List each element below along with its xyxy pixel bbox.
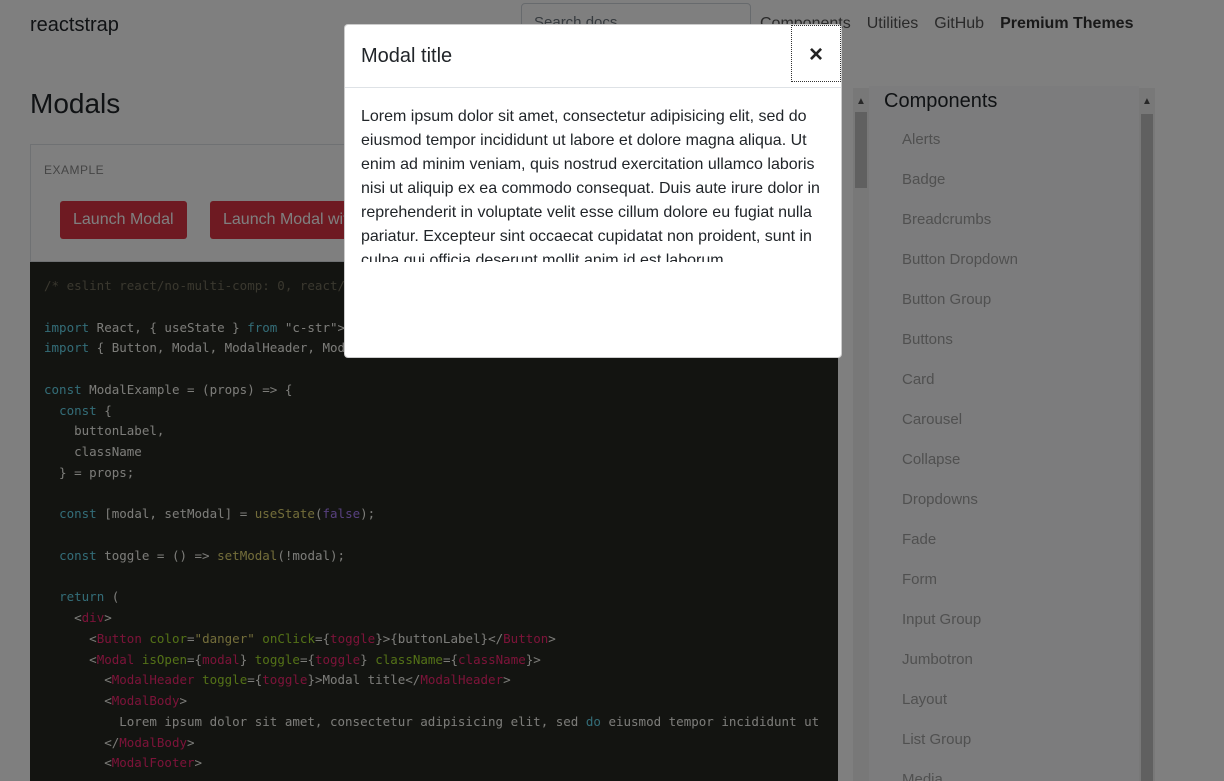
close-icon[interactable]: × (791, 25, 841, 82)
modal-header: Modal title × (345, 25, 841, 88)
modal-dialog: Modal title × Lorem ipsum dolor sit amet… (344, 24, 842, 358)
modal-title: Modal title (361, 45, 453, 67)
modal-body: Lorem ipsum dolor sit amet, consectetur … (361, 108, 820, 262)
